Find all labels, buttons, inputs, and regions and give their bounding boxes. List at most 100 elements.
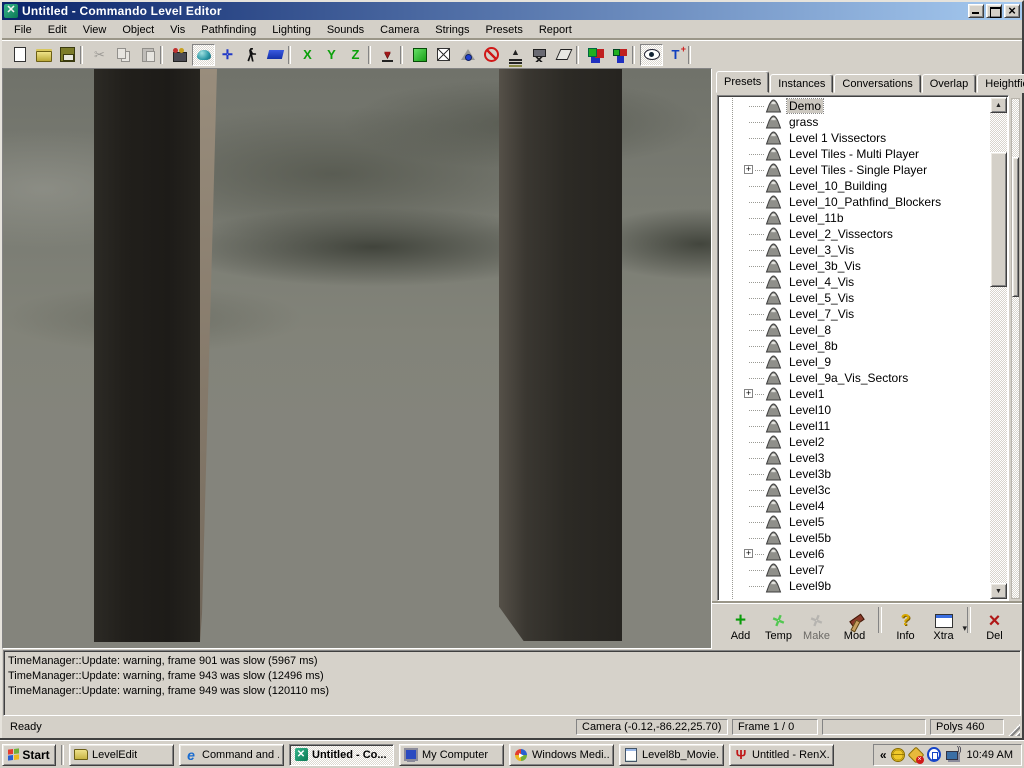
toolbar-button[interactable] [504,44,527,66]
tree-item[interactable]: grass [719,114,990,130]
task-button[interactable]: LevelEdit [69,744,174,766]
tree-item[interactable]: Level3c [719,482,990,498]
toolbar-button[interactable] [480,44,503,66]
resize-grip[interactable] [1008,724,1020,736]
tree-item[interactable]: Level 1 Vissectors [719,130,990,146]
menu-item[interactable]: Vis [162,21,193,39]
toolbar-button[interactable]: Z [344,44,367,66]
alert-icon[interactable] [909,748,923,762]
start-button[interactable]: Start [2,744,56,766]
toolbar-button[interactable] [376,44,399,66]
toolbar-button[interactable] [640,44,663,66]
toolbar-button[interactable] [432,44,455,66]
menu-item[interactable]: View [75,21,115,39]
panel-scrollbar[interactable] [1011,98,1020,599]
toolbar-button[interactable] [80,44,87,66]
scroll-up-icon[interactable]: ▲ [990,97,1007,113]
toolbar-button[interactable] [528,44,551,66]
toolbar-button[interactable]: T [664,44,687,66]
menu-item[interactable]: Strings [427,21,477,39]
toolbar-button[interactable] [552,44,575,66]
task-button[interactable]: My Computer [399,744,504,766]
tree-item[interactable]: Level_4_Vis [719,274,990,290]
toolbar-button[interactable] [136,44,159,66]
tree-item[interactable]: Level Tiles - Single Player [719,162,990,178]
minimize-icon[interactable] [968,4,984,18]
tree-item[interactable]: Level_9a_Vis_Sectors [719,370,990,386]
toolbar-button[interactable] [456,44,479,66]
menu-item[interactable]: Sounds [319,21,372,39]
action-button[interactable]: Xtra [927,607,960,647]
toolbar-button[interactable] [216,44,239,66]
log-output[interactable]: TimeManager::Update: warning, frame 901 … [3,650,1021,716]
scrollbar-thumb[interactable] [990,152,1007,287]
tree-item[interactable]: Level Tiles - Multi Player [719,146,990,162]
action-button[interactable]: Mod [838,607,871,647]
tree-item[interactable]: Level_3_Vis [719,242,990,258]
menu-item[interactable]: Report [531,21,580,39]
tree-item[interactable]: Level11 [719,418,990,434]
toolbar-button[interactable] [160,44,167,66]
action-button[interactable] [965,607,973,647]
action-button[interactable]: Info [889,607,922,647]
tray-chevron-icon[interactable]: « [880,748,887,762]
network-icon[interactable] [945,748,959,762]
menu-item[interactable]: Edit [40,21,75,39]
maximize-icon[interactable] [986,4,1002,18]
panel-tab[interactable]: Conversations [834,74,920,93]
tree-item[interactable]: Level7 [719,562,990,578]
scroll-down-icon[interactable]: ▼ [990,583,1007,599]
tree-item[interactable]: Level_5_Vis [719,290,990,306]
task-button[interactable]: Command and ... [179,744,284,766]
task-button[interactable]: Untitled - Co... [289,744,394,766]
tree-item[interactable]: Level_7_Vis [719,306,990,322]
action-button[interactable]: Del [978,607,1011,647]
tree-item[interactable]: Level2 [719,434,990,450]
toolbar-button[interactable] [8,44,31,66]
toolbar-button[interactable] [88,44,111,66]
toolbar-button[interactable] [32,44,55,66]
tree-item[interactable]: Level4 [719,498,990,514]
tree-item[interactable]: Demo [719,98,990,114]
toolbar-button[interactable] [240,44,263,66]
tree-item[interactable]: Level1 [719,386,990,402]
toolbar-button[interactable] [688,44,695,66]
viewport-3d[interactable] [2,68,712,649]
tree-item[interactable]: Level3 [719,450,990,466]
tree-item[interactable]: Level9b [719,578,990,594]
toolbar-button[interactable] [112,44,135,66]
menu-item[interactable]: Object [114,21,162,39]
task-button[interactable]: Untitled - RenX... [729,744,834,766]
tree-item[interactable]: Level_3b_Vis [719,258,990,274]
presets-tree[interactable]: Demo grass [717,95,1009,601]
expand-toggle-icon[interactable] [744,165,753,174]
toolbar-button[interactable]: X [296,44,319,66]
action-button[interactable]: Temp [762,607,795,647]
task-button[interactable]: Level8b_Movie... [619,744,724,766]
toolbar-button[interactable] [56,44,79,66]
tree-item[interactable]: Level5b [719,530,990,546]
panel-tab[interactable]: Presets [716,71,769,93]
menu-item[interactable]: Presets [478,21,531,39]
toolbar-button[interactable] [408,44,431,66]
tree-scrollbar[interactable]: ▲ ▼ [990,97,1007,599]
expand-toggle-icon[interactable] [744,389,753,398]
panel-tab[interactable]: Heightfield [977,74,1024,93]
titlebar[interactable]: Untitled - Commando Level Editor [2,2,1022,20]
globe-icon[interactable] [891,748,905,762]
action-button[interactable]: Add [724,607,757,647]
toolbar-button[interactable] [168,44,191,66]
toolbar-button[interactable] [288,44,295,66]
toolbar-button[interactable] [368,44,375,66]
tree-item[interactable]: Level_11b [719,210,990,226]
tree-item[interactable]: Level_10_Pathfind_Blockers [719,194,990,210]
tree-item[interactable]: Level3b [719,466,990,482]
toolbar-button[interactable] [192,44,215,66]
toolbar-button[interactable] [576,44,583,66]
toolbar-button[interactable] [400,44,407,66]
toolbar-button[interactable] [608,44,631,66]
disc-icon[interactable] [927,748,941,762]
expand-toggle-icon[interactable] [744,549,753,558]
tree-item[interactable]: Level_10_Building [719,178,990,194]
tree-item[interactable]: Level_9 [719,354,990,370]
